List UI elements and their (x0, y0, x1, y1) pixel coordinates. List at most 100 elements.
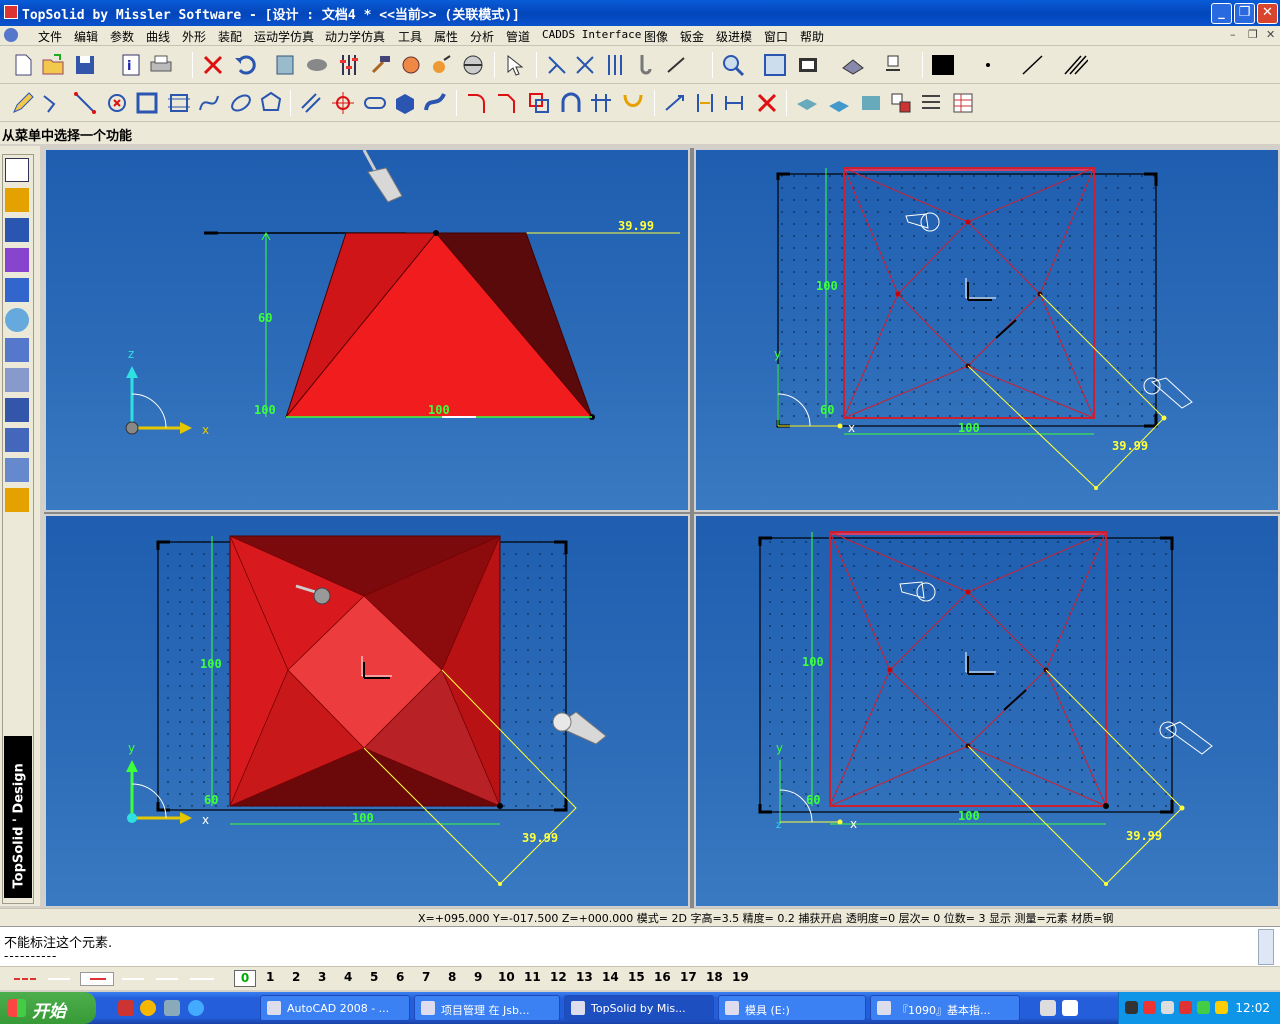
clock[interactable]: 12:02 (1235, 1001, 1270, 1015)
line-type-dashed[interactable] (14, 978, 36, 980)
wizard-icon[interactable] (428, 52, 454, 78)
save-icon[interactable] (72, 52, 98, 78)
rectangle-icon[interactable] (134, 90, 160, 116)
message-scrollbar[interactable] (1258, 929, 1274, 965)
messenger-icon[interactable] (1197, 1001, 1210, 1014)
task-explorer-mold[interactable]: 模具 (E:) (718, 995, 866, 1021)
table-icon[interactable] (950, 90, 976, 116)
front-dim-top[interactable]: 39.99 (618, 219, 654, 233)
point-style[interactable] (976, 52, 1002, 78)
menu-analysis[interactable]: 分析 (470, 28, 494, 45)
keyboard-icon[interactable] (1040, 1000, 1056, 1016)
mdi-minimize-button[interactable]: – (1230, 28, 1236, 41)
hook-icon[interactable] (632, 52, 658, 78)
properties-icon[interactable]: i (118, 52, 144, 78)
task-topsolid[interactable]: TopSolid by Mis... (564, 995, 714, 1021)
mdi-close-button[interactable]: ✕ (1266, 28, 1275, 41)
center-point-icon[interactable] (330, 90, 356, 116)
menu-sheetmetal[interactable]: 钣金 (680, 28, 704, 45)
bottom-right-dim-diag[interactable]: 39.99 (1126, 829, 1162, 843)
open-folder-icon[interactable] (40, 52, 66, 78)
layer-16[interactable]: 16 (654, 970, 671, 984)
electrode-mode-icon[interactable] (5, 338, 29, 362)
line-type-thin-4[interactable] (190, 978, 214, 980)
viewport-front[interactable]: 60 100 100 39.99 z x (44, 148, 690, 512)
layer-13[interactable]: 13 (576, 970, 593, 984)
menu-cadds-interface[interactable]: CADDS Interface (542, 28, 641, 41)
trim-icon[interactable] (526, 90, 552, 116)
help-icon[interactable] (1062, 1000, 1078, 1016)
layer-current[interactable]: 0 (234, 970, 256, 987)
ellipse-icon[interactable] (228, 90, 254, 116)
line-type-thin-2[interactable] (122, 978, 144, 980)
cam-mode-icon[interactable] (5, 308, 29, 332)
layer-8[interactable]: 8 (448, 970, 456, 984)
document-icon[interactable] (4, 28, 18, 42)
section-view-icon[interactable] (858, 90, 884, 116)
curve-tool-icon[interactable] (620, 90, 646, 116)
arch-icon[interactable] (558, 90, 584, 116)
bom-icon[interactable] (918, 90, 944, 116)
layers-icon[interactable] (272, 52, 298, 78)
mdi-restore-button[interactable]: ❐ (1248, 28, 1258, 41)
sweep-icon[interactable] (422, 90, 448, 116)
close-button[interactable]: ✕ (1257, 3, 1278, 24)
layer-19[interactable]: 19 (732, 970, 749, 984)
menu-file[interactable]: 文件 (38, 28, 62, 45)
app-icon[interactable] (4, 5, 18, 19)
top-right-dim-h[interactable]: 100 (958, 421, 980, 435)
top-right-dim-60[interactable]: 60 (820, 403, 834, 417)
line-icon[interactable] (72, 90, 98, 116)
line-type-thin-3[interactable] (156, 978, 178, 980)
task-browser[interactable]: 『1090』基本指... (870, 995, 1020, 1021)
solid-mode-icon[interactable] (5, 218, 29, 242)
layer-9[interactable]: 9 (474, 970, 482, 984)
orientation-icon[interactable] (840, 52, 866, 78)
menu-shapes[interactable]: 外形 (182, 28, 206, 45)
layer-6[interactable]: 6 (396, 970, 404, 984)
title-bar[interactable]: TopSolid by Missler Software - [设计 : 文档4… (0, 0, 1280, 26)
viewport-bottom-left[interactable]: 100 100 60 39.99 y x z (44, 514, 690, 908)
polyline-icon[interactable] (40, 90, 66, 116)
menu-edit[interactable]: 编辑 (74, 28, 98, 45)
drawing-view-icon[interactable] (826, 90, 852, 116)
assembly-mode-icon[interactable] (5, 428, 29, 452)
quicklaunch-desktop-icon[interactable] (164, 1000, 180, 1016)
layer-14[interactable]: 14 (602, 970, 619, 984)
offset-icon[interactable] (588, 90, 614, 116)
menu-image[interactable]: 图像 (644, 28, 668, 45)
pin-mode-icon[interactable] (5, 278, 29, 302)
antivirus-icon[interactable] (1143, 1001, 1156, 1014)
menu-dynamics[interactable]: 动力学仿真 (325, 28, 385, 45)
viewport-top-right[interactable]: 100 100 60 39.99 y x (694, 148, 1280, 512)
network-icon[interactable] (1161, 1001, 1174, 1014)
lamp-icon[interactable] (880, 52, 906, 78)
line-type-thin[interactable] (48, 978, 70, 980)
dimension-icon[interactable] (662, 90, 688, 116)
polygon-icon[interactable] (258, 90, 284, 116)
bottom-right-dim-60[interactable]: 60 (806, 793, 820, 807)
task-autocad[interactable]: AutoCAD 2008 - ... (260, 995, 410, 1021)
quicklaunch-browser-icon[interactable] (140, 1000, 156, 1016)
spline-icon[interactable] (196, 90, 222, 116)
sliders-icon[interactable] (336, 52, 362, 78)
box-icon[interactable] (392, 90, 418, 116)
qq-icon[interactable] (1125, 1001, 1138, 1014)
parallel-icon[interactable] (298, 90, 324, 116)
progressive-mode-icon[interactable] (5, 488, 29, 512)
shape-mode-icon[interactable] (5, 188, 29, 212)
shade-icon[interactable] (460, 52, 486, 78)
new-document-icon[interactable] (10, 52, 36, 78)
select-icon[interactable] (544, 52, 570, 78)
layer-18[interactable]: 18 (706, 970, 723, 984)
measure-icon[interactable] (664, 52, 690, 78)
circle-point-icon[interactable] (104, 90, 130, 116)
zoom-fit-icon[interactable] (762, 52, 788, 78)
bottom-right-dim-h[interactable]: 100 (958, 809, 980, 823)
menu-attributes[interactable]: 属性 (434, 28, 458, 45)
tools-icon[interactable] (398, 52, 424, 78)
menu-progressive-die[interactable]: 级进模 (716, 28, 752, 45)
bottom-left-dim-diag[interactable]: 39.99 (522, 831, 558, 845)
menu-kinematics[interactable]: 运动学仿真 (254, 28, 314, 45)
maximize-button[interactable]: ❐ (1234, 3, 1255, 24)
